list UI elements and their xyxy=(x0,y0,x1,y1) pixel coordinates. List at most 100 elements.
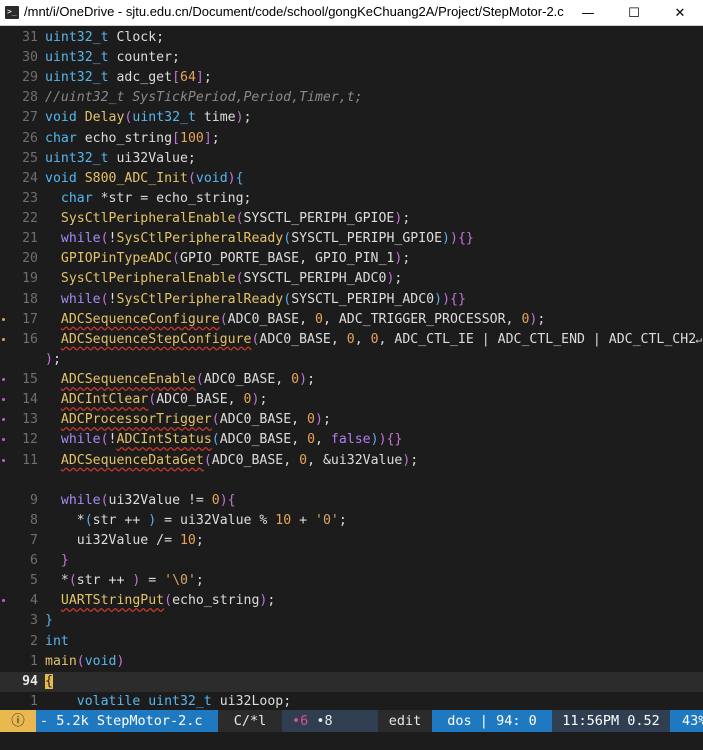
code-token: false xyxy=(330,432,371,448)
code-line[interactable]: 30 uint32_t counter; xyxy=(0,48,703,68)
code-line[interactable]: 13 ADCProcessorTrigger(ADC0_BASE, 0); xyxy=(0,410,703,430)
line-number: 20 xyxy=(22,251,38,267)
code-token: counter; xyxy=(108,50,180,66)
code-line[interactable]: 20 GPIOPinTypeADC(GPIO_PORTE_BASE, GPIO_… xyxy=(0,249,703,269)
code-token: int xyxy=(45,633,69,649)
code-line[interactable]: 17 ADCSequenceConfigure(ADC0_BASE, 0, AD… xyxy=(0,310,703,330)
code-token: ADCSequenceStepConfigure xyxy=(60,331,252,347)
code-token: //uint32_t SysTickPeriod,Period,Timer,t; xyxy=(45,90,363,106)
window-titlebar: >_ /mnt/i/OneDrive - sjtu.edu.cn/Documen… xyxy=(0,0,703,26)
code-token: ( xyxy=(187,170,196,186)
line-number: 1 xyxy=(30,653,38,669)
current-line[interactable]: 94 { xyxy=(0,671,703,692)
code-line[interactable]: 23 char *str = echo_string; xyxy=(0,189,703,209)
code-line[interactable]: 3} xyxy=(0,611,703,631)
code-line[interactable] xyxy=(0,471,703,491)
close-button[interactable]: ✕ xyxy=(657,0,703,26)
code-text: ADCSequenceConfigure(ADC0_BASE, 0, ADC_T… xyxy=(45,310,545,330)
minimize-button[interactable]: — xyxy=(565,0,611,26)
line-number: 15 xyxy=(22,372,38,388)
code-token: ADCIntClear xyxy=(60,392,149,408)
line-number: 7 xyxy=(30,533,38,548)
code-line[interactable]: 25 uint32_t ui32Value; xyxy=(0,149,703,169)
line-number: 29 xyxy=(22,70,38,86)
code-line[interactable]: 28 //uint32_t SysTickPeriod,Period,Timer,… xyxy=(0,88,703,108)
code-token: SysCtlPeripheralEnable xyxy=(60,271,236,287)
code-line[interactable]: 22 SysCtlPeripheralEnable(SYSCTL_PERIPH_… xyxy=(0,209,703,229)
code-token: void xyxy=(195,170,228,186)
code-token: } xyxy=(45,613,53,629)
line-number: 8 xyxy=(30,512,38,528)
code-token: {} xyxy=(386,432,403,448)
code-text: SysCtlPeripheralEnable(SYSCTL_PERIPH_GPI… xyxy=(45,209,410,229)
code-token: ; xyxy=(259,392,268,408)
code-line[interactable]: ); xyxy=(0,350,703,370)
code-line[interactable]: 4 UARTStringPut(echo_string); xyxy=(0,591,703,611)
code-token: { xyxy=(227,492,236,508)
line-number: 13 xyxy=(22,412,38,428)
command-line[interactable] xyxy=(0,732,703,750)
line-number: 31 xyxy=(22,30,38,45)
code-line[interactable]: 12 while(!ADCIntStatus(ADC0_BASE, 0, fal… xyxy=(0,430,703,450)
code-line[interactable]: 19 SysCtlPeripheralEnable(SYSCTL_PERIPH_… xyxy=(0,269,703,289)
code-line[interactable]: 6 } xyxy=(0,551,703,571)
code-token: ( xyxy=(172,251,180,267)
code-token: ADCSequenceConfigure xyxy=(60,311,220,327)
status-language: C/*l xyxy=(218,710,282,732)
code-token: } xyxy=(60,553,69,569)
code-line[interactable]: 18 while(!SysCtlPeripheralReady(SYSCTL_P… xyxy=(0,290,703,310)
code-line[interactable]: 7 ui32Value /= 10; xyxy=(0,531,703,551)
code-token: ; xyxy=(195,573,204,589)
code-line[interactable]: 27 void Delay(uint32_t time); xyxy=(0,108,703,128)
code-line[interactable]: 9 while(ui32Value != 0){ xyxy=(0,491,703,511)
code-token: uint32_t xyxy=(132,110,196,126)
code-line[interactable]: 24 void S800_ADC_Init(void){ xyxy=(0,169,703,189)
status-extra: 43% xyxy=(670,710,703,732)
code-token: , xyxy=(315,432,331,448)
line-number: 23 xyxy=(22,190,38,206)
code-line[interactable]: 15 ADCSequenceEnable(ADC0_BASE, 0); xyxy=(0,370,703,390)
code-token: ( xyxy=(203,452,212,468)
code-line[interactable]: 16 ADCSequenceStepConfigure(ADC0_BASE, 0… xyxy=(0,330,703,350)
maximize-button[interactable]: ☐ xyxy=(611,0,657,26)
code-line[interactable]: 14 ADCIntClear(ADC0_BASE, 0); xyxy=(0,390,703,410)
code-line[interactable]: 21 while(!SysCtlPeripheralReady(SYSCTL_P… xyxy=(0,229,703,249)
code-token: volatile uint32_t xyxy=(76,693,212,709)
code-line[interactable]: 29 uint32_t adc_get[64]; xyxy=(0,68,703,88)
code-token: void xyxy=(45,170,77,186)
code-line[interactable]: 11 ADCSequenceDataGet(ADC0_BASE, 0, &ui3… xyxy=(0,451,703,471)
line-number: 12 xyxy=(22,432,38,448)
code-line[interactable]: 31 uint32_t Clock; xyxy=(0,28,703,48)
code-token: str ++ xyxy=(76,573,133,589)
window-title: /mnt/i/OneDrive - sjtu.edu.cn/Document/c… xyxy=(24,4,564,19)
code-line[interactable]: 1 volatile uint32_t ui32Loop; xyxy=(0,692,703,710)
code-text: while(!SysCtlPeripheralReady(SYSCTL_PERI… xyxy=(45,290,466,310)
code-token: + xyxy=(291,512,315,528)
code-line[interactable]: 1 main(void) xyxy=(0,652,703,672)
code-editor[interactable]: 31 uint32_t Clock; 30 uint32_t counter; 29 ui… xyxy=(0,26,703,710)
code-text: void S800_ADC_Init(void){ xyxy=(45,169,244,189)
code-token: ) xyxy=(434,291,443,307)
code-line[interactable]: 8 *(str ++ ) = ui32Value % 10 + '0'; xyxy=(0,511,703,531)
code-token: 0 xyxy=(291,372,300,388)
code-text: //uint32_t SysTickPeriod,Period,Timer,t; xyxy=(45,88,363,108)
code-line[interactable]: 5 *(str ++ ) = '\0'; xyxy=(0,571,703,591)
code-line[interactable]: 26 char echo_string[100]; xyxy=(0,129,703,149)
code-token: ; xyxy=(394,271,403,287)
code-text: volatile uint32_t ui32Loop; xyxy=(45,692,291,710)
code-token: ) xyxy=(450,231,458,247)
code-token: ; xyxy=(195,533,204,548)
code-line[interactable]: 2 int xyxy=(0,632,703,652)
code-token: ! xyxy=(108,432,117,448)
code-token: '0' xyxy=(315,512,339,528)
code-token: ( xyxy=(100,231,109,247)
code-token: while xyxy=(60,231,101,247)
code-token: ) xyxy=(116,653,125,669)
line-number: 16 xyxy=(22,331,38,347)
